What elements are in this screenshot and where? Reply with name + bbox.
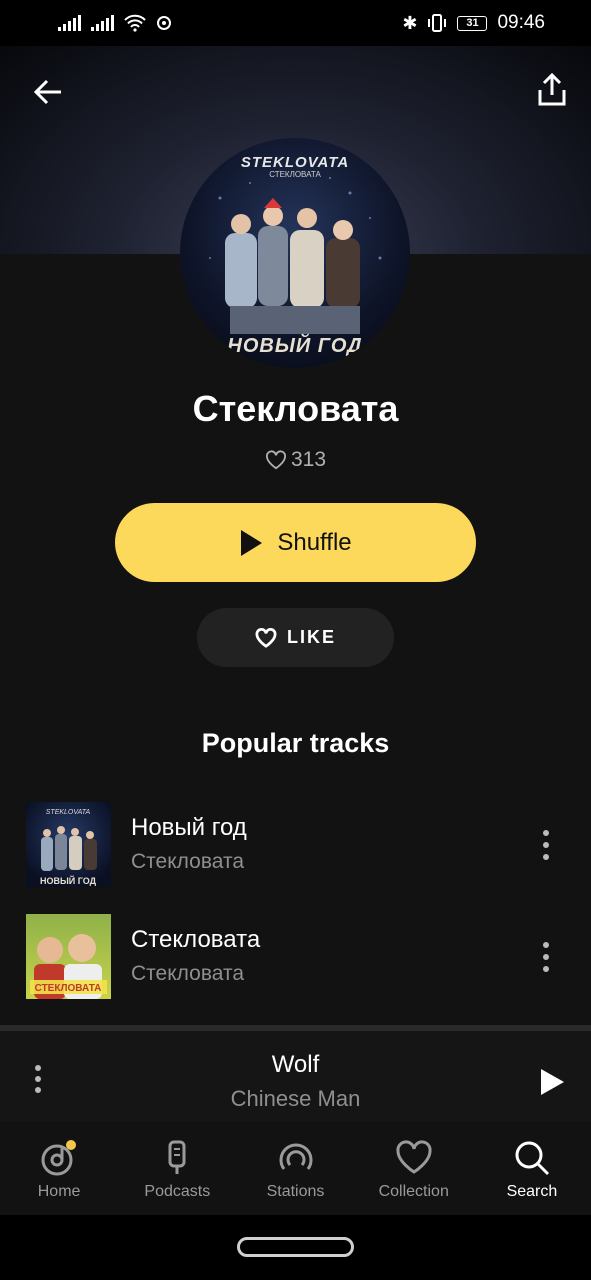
home-icon [41,1140,77,1176]
cover-title: НОВЫЙ ГОД [227,335,363,357]
data-sync-icon [157,16,171,30]
bluetooth-icon: ✱ [402,12,418,33]
status-bar: ✱ 31 09:46 [0,0,591,46]
artist-cover: STEKLOVATA СТЕКЛОВАТА НОВЫЙ ГОД [180,138,410,368]
artist-name: Стекловата [192,388,399,429]
home-indicator[interactable] [237,1237,354,1257]
radio-icon [279,1143,312,1170]
play-icon [241,529,263,556]
track-item[interactable]: СТЕКЛОВАТА Стекловата Стекловата [0,914,591,1014]
nav-home-label: Home [37,1183,81,1200]
track-artist: Стекловата [131,850,245,873]
bottom-nav: Home Podcasts Stations Collection Search [0,1121,591,1215]
nav-collection[interactable]: Collection [355,1121,473,1215]
gesture-bar [0,1215,591,1280]
mini-player-play-button[interactable] [538,1067,566,1097]
shuffle-button[interactable]: Shuffle [115,503,476,582]
nav-home[interactable]: Home [0,1121,118,1215]
nav-stations[interactable]: Stations [236,1121,354,1215]
status-left [58,14,172,32]
track-title: Новый год [131,814,247,841]
clock: 09:46 [497,12,545,33]
microphone-icon [168,1140,186,1174]
status-right: ✱ 31 09:46 [402,12,545,34]
heart-outline-icon [265,450,286,470]
nav-collection-label: Collection [378,1183,449,1200]
share-button[interactable] [530,68,574,112]
heart-outline-icon [255,627,277,648]
nav-search[interactable]: Search [473,1121,591,1215]
heart-icon [396,1140,432,1174]
track-item[interactable]: НОВЫЙ ГОД STEKLOVATA Новый год Стекловат… [0,802,591,902]
share-icon [538,73,566,106]
nav-stations-label: Stations [266,1183,325,1200]
popular-tracks-title: Popular tracks [201,728,390,758]
like-label: LIKE [286,627,336,647]
svg-text:СТЕКЛОВАТА: СТЕКЛОВАТА [35,983,102,994]
shuffle-label: Shuffle [277,528,352,556]
track-cover-art: СТЕКЛОВАТА [30,934,107,999]
mini-player-title: Wolf [271,1051,320,1078]
likes-count: 313 [0,448,591,472]
svg-text:STEKLOVATA: STEKLOVATA [46,809,91,816]
cover-logo: STEKLOVATA [240,154,350,171]
track-cover: НОВЫЙ ГОД STEKLOVATA [26,802,111,887]
mini-player[interactable]: Wolf Chinese Man [0,1025,591,1121]
track-cover-art: НОВЫЙ ГОД STEKLOVATA [40,809,97,886]
nav-podcasts-label: Podcasts [144,1183,211,1200]
mini-player-artist: Chinese Man [230,1086,361,1111]
track-artist: Стекловата [131,962,245,985]
track-more-button[interactable] [536,942,556,972]
wifi-icon [124,14,146,32]
track-more-button[interactable] [536,830,556,860]
search-icon [515,1141,549,1176]
nav-search-label: Search [506,1183,558,1200]
vibrate-icon [428,14,447,32]
back-button[interactable] [28,72,68,112]
track-title: Стекловата [131,926,261,953]
nav-podcasts[interactable]: Podcasts [118,1121,236,1215]
like-button[interactable]: LIKE [197,608,394,667]
svg-text:НОВЫЙ ГОД: НОВЫЙ ГОД [40,875,97,886]
signal-icon [91,15,114,31]
battery-icon: 31 [457,15,488,31]
track-cover: СТЕКЛОВАТА [26,914,111,999]
signal-icon [58,15,81,31]
likes-value: 313 [290,448,327,471]
cover-logo-sub: СТЕКЛОВАТА [269,170,321,179]
arrow-left-icon [33,79,61,105]
